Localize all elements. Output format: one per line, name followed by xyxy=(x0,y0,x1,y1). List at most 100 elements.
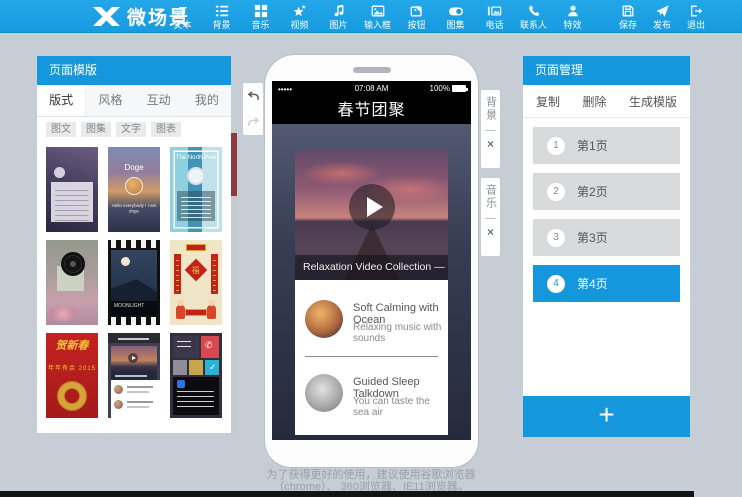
delete-page-button[interactable]: 删除 xyxy=(582,93,606,110)
video-caption: Relaxation Video Collection — xyxy=(295,255,448,280)
thumb-title: 贺新春 xyxy=(46,337,98,353)
publish-button[interactable]: 发布 xyxy=(645,0,679,33)
logo-x-icon xyxy=(93,7,120,26)
thumb-fu-diamond: 福 xyxy=(185,259,208,282)
phone-screen[interactable]: ••••• 07:08 AM 100% 春节团聚 Relaxation Vide… xyxy=(272,81,471,440)
phone-icon xyxy=(527,4,541,19)
filter-chart[interactable]: 图表 xyxy=(151,122,181,137)
close-icon[interactable]: × xyxy=(487,138,494,150)
page-manager-title: 页面管理 xyxy=(523,56,690,85)
template-grid: Doge Hello everybody ! I am doge The Nor… xyxy=(37,142,231,418)
tab-interaction[interactable]: 互动 xyxy=(135,85,183,116)
minimize-icon[interactable]: — xyxy=(486,215,496,223)
tab-layout[interactable]: 版式 xyxy=(37,85,86,116)
page-label: 第2页 xyxy=(577,183,608,200)
filter-image-text[interactable]: 图文 xyxy=(46,122,76,137)
page-item-3[interactable]: 3 第3页 xyxy=(533,219,680,256)
page-manager-actions: 复制 删除 生成模版 xyxy=(523,85,690,118)
svg-text:T: T xyxy=(179,4,187,18)
page-item-1[interactable]: 1 第1页 xyxy=(533,127,680,164)
play-button[interactable] xyxy=(349,184,395,230)
tool-music[interactable]: 音乐 xyxy=(241,0,280,33)
thumb-gold-ring xyxy=(58,382,86,410)
filter-text[interactable]: 文字 xyxy=(116,122,146,137)
thumb-scene: MOONLIGHT xyxy=(111,250,157,315)
exit-icon xyxy=(689,4,703,19)
page-item-2[interactable]: 2 第2页 xyxy=(533,173,680,210)
thumb-avatar xyxy=(187,167,205,185)
video-block[interactable]: Relaxation Video Collection — xyxy=(295,150,448,280)
template-scrollbar-track[interactable] xyxy=(231,133,237,433)
battery-percent: 100% xyxy=(430,84,450,93)
page-number-badge: 3 xyxy=(547,229,565,247)
page-number-badge: 4 xyxy=(547,275,565,293)
page-item-4[interactable]: 4 第4页 xyxy=(533,265,680,302)
thumb-hill xyxy=(111,279,157,301)
tool-text[interactable]: T 文本 xyxy=(163,0,202,33)
template-thumbnail-new-year[interactable]: 福 xyxy=(170,240,222,325)
minimize-icon[interactable]: — xyxy=(486,127,496,135)
template-thumbnail-doge[interactable]: Doge Hello everybody ! I am doge xyxy=(108,147,160,232)
thumb-couplet-left xyxy=(174,254,181,294)
edit-icon xyxy=(410,4,424,19)
thumb-kid-left xyxy=(176,305,185,319)
page-number-badge: 1 xyxy=(547,137,565,155)
page-title: 春节团聚 xyxy=(272,97,471,124)
status-bar: ••••• 07:08 AM 100% xyxy=(272,81,471,97)
template-thumbnail-moonlight[interactable]: MOONLIGHT xyxy=(108,240,160,325)
copy-page-button[interactable]: 复制 xyxy=(536,93,560,110)
thumb-subtitle: 年年有余 2015 xyxy=(46,363,98,372)
tab-mine[interactable]: 我的 xyxy=(183,85,231,116)
thumb-tile-phone xyxy=(201,336,219,358)
add-page-button[interactable]: + xyxy=(523,396,690,437)
thumb-caption: Hello everybody ! I am doge xyxy=(111,204,158,215)
template-thumbnail-magazine-tiles[interactable] xyxy=(170,333,222,418)
thumb-tile-headphones xyxy=(173,360,187,375)
tool-button[interactable]: 按钮 xyxy=(397,0,436,33)
thumb-quote-box xyxy=(51,182,93,222)
template-thumbnail-night-quote[interactable] xyxy=(46,147,98,232)
template-thumbnail-greeting-2015[interactable]: 贺新春 年年有余 2015 xyxy=(46,333,98,418)
tool-background[interactable]: 背景 xyxy=(202,0,241,33)
undo-button[interactable] xyxy=(243,83,263,109)
tool-effects[interactable]: 特效 xyxy=(553,0,592,33)
tool-contacts[interactable]: 联系人 xyxy=(514,0,553,33)
editor-app: 微场景 T 文本 背景 音乐 xyxy=(0,0,742,497)
tab-style[interactable]: 风格 xyxy=(86,85,134,116)
list-item-avatar xyxy=(305,374,343,412)
make-template-button[interactable]: 生成模版 xyxy=(629,93,677,110)
template-scrollbar-thumb[interactable] xyxy=(231,133,237,196)
redo-button[interactable] xyxy=(243,109,263,135)
thumb-flowers xyxy=(48,307,78,321)
page-manager-panel: 页面管理 复制 删除 生成模版 1 第1页 2 第2页 3 第3页 4 第4页 xyxy=(523,56,690,437)
side-tab-music[interactable]: 音乐 — × xyxy=(481,178,500,256)
thumb-filmstrip-bottom xyxy=(108,317,160,325)
list-item[interactable]: Soft Calming with Ocean Relaxing music w… xyxy=(305,292,442,348)
thumb-title: The North Pole xyxy=(170,155,222,161)
page-number-badge: 2 xyxy=(547,183,565,201)
toggle-icon xyxy=(448,4,464,19)
thumb-tile-news xyxy=(173,377,219,415)
list-item[interactable]: Guided Sleep Talkdown You can taste the … xyxy=(305,366,442,422)
template-thumbnail-north-pole[interactable]: The North Pole xyxy=(170,147,222,232)
template-thumbnail-video-collection[interactable] xyxy=(108,333,160,418)
browser-hint-line1: 为了获得更好的使用，建议使用谷歌浏览器 xyxy=(0,469,742,481)
filter-gallery[interactable]: 图集 xyxy=(81,122,111,137)
top-toolbar: 微场景 T 文本 背景 音乐 xyxy=(0,0,742,33)
tool-phone-call[interactable]: 电话 xyxy=(475,0,514,33)
toolbar-actions: 保存 发布 退出 xyxy=(611,0,713,33)
magic-star-icon xyxy=(292,4,307,19)
side-tab-background[interactable]: 背景 — × xyxy=(481,90,500,168)
history-panel xyxy=(243,83,263,135)
tool-gallery[interactable]: 图集 xyxy=(436,0,475,33)
tool-picture[interactable]: 图片 xyxy=(319,0,358,33)
template-thumbnail-love-song[interactable] xyxy=(46,240,98,325)
exit-button[interactable]: 退出 xyxy=(679,0,713,33)
toolbar-tools: T 文本 背景 音乐 视频 xyxy=(163,0,592,33)
thumb-caption-bar xyxy=(111,372,157,380)
tool-input-box[interactable]: 输入框 xyxy=(358,0,397,33)
save-button[interactable]: 保存 xyxy=(611,0,645,33)
template-filters: 图文 图集 文字 图表 xyxy=(37,117,231,142)
tool-video[interactable]: 视频 xyxy=(280,0,319,33)
close-icon[interactable]: × xyxy=(487,226,494,238)
